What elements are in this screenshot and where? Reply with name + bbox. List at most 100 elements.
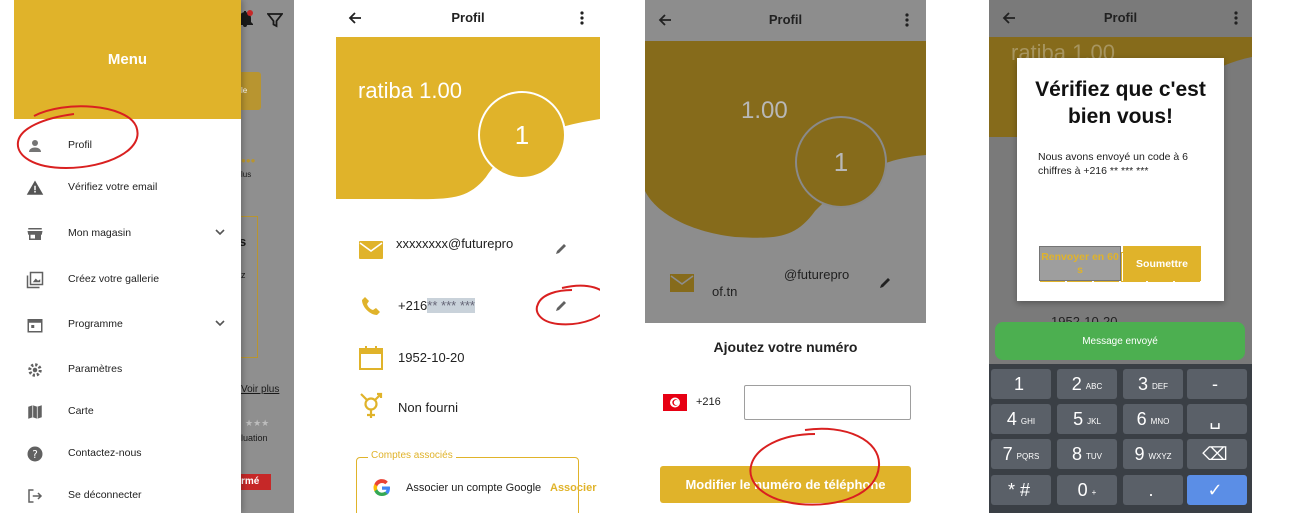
phone-prefix: +216	[398, 298, 428, 313]
filter-icon[interactable]	[267, 12, 283, 28]
bg-link: Voir plus	[241, 384, 280, 395]
key-letters: JKL	[1087, 416, 1101, 426]
svg-text:?: ?	[32, 449, 38, 461]
country-code[interactable]: +216	[696, 396, 721, 408]
key-8[interactable]: 7 PQRS	[991, 439, 1051, 469]
menu-item-mon-magasin[interactable]: Mon magasin	[14, 215, 241, 251]
key-label: 5	[1073, 408, 1084, 429]
google-icon	[373, 479, 390, 497]
help-icon: ?	[27, 446, 43, 462]
menu-item-gallerie[interactable]: Créez votre gallerie	[14, 261, 241, 297]
key-12[interactable]: * #	[991, 475, 1051, 505]
key-letters: TUV	[1086, 451, 1102, 461]
chevron-down-icon[interactable]	[214, 317, 226, 329]
gender-icon	[360, 392, 383, 418]
key-2[interactable]: 3 DEF	[1123, 369, 1183, 399]
sheet-title: Ajoutez votre numéro	[713, 339, 858, 355]
key-letters: PQRS	[1016, 451, 1040, 461]
key-letters: +	[1091, 487, 1097, 497]
bg-button-fragment: le	[241, 72, 261, 110]
key-label: -	[1212, 373, 1218, 394]
resend-code-button[interactable]: Renvoyer en 60 s	[1039, 246, 1121, 281]
key-6[interactable]: 6 MNO	[1123, 404, 1183, 434]
key-11[interactable]: ⌫	[1187, 439, 1247, 469]
menu-item-parametres[interactable]: Paramètres	[14, 351, 241, 387]
dialog-message: Nous avons envoyé un code à 6 chiffres à…	[1038, 151, 1189, 177]
annotation-circle	[16, 105, 139, 170]
key-1[interactable]: 2 ABC	[1057, 369, 1117, 399]
key-0[interactable]: 1	[991, 369, 1051, 399]
linked-accounts-legend: Comptes associés	[368, 450, 456, 461]
phone-icon	[362, 297, 380, 315]
associate-google-button[interactable]: Associer	[550, 482, 596, 494]
user-name-fragment: 1.00	[741, 97, 788, 124]
key-13[interactable]: 0 +	[1057, 475, 1117, 505]
profile-header-shape	[645, 41, 926, 238]
gear-icon	[28, 363, 42, 377]
screen-verify: Profil ratiba 1.00 1952-10-20 Vérifiez q…	[989, 0, 1252, 513]
menu-item-label: Se déconnecter	[68, 489, 142, 501]
menu-item-label: Mon magasin	[68, 227, 132, 239]
menu-item-label: Contactez-nous	[68, 447, 142, 459]
key-letters: WXYZ	[1148, 451, 1172, 461]
menu-item-programme[interactable]: Programme	[14, 306, 241, 342]
menu-item-label: Programme	[68, 318, 123, 330]
more-vert-icon[interactable]	[578, 10, 586, 26]
background-app: le ●●● lus s z Voir plus ★★★ luation rmé	[237, 0, 294, 513]
menu-item-carte[interactable]: Carte	[14, 393, 241, 429]
gallery-icon	[26, 271, 44, 289]
menu-item-contact[interactable]: ? Contactez-nous	[14, 435, 241, 471]
key-letters: GHI	[1020, 416, 1036, 426]
key-label: 8	[1071, 443, 1082, 464]
bg-stars: ★★★	[245, 418, 270, 428]
email-icon	[359, 241, 383, 259]
key-label: ␣	[1209, 408, 1221, 429]
key-label: ⌫	[1202, 443, 1228, 464]
annotation-circle	[535, 284, 600, 326]
screen-add-phone: Profil 1.00 1 @futurepro of.tn Ajoutez v…	[645, 0, 926, 513]
submit-code-button[interactable]: Soumettre	[1123, 246, 1201, 281]
key-label: 3	[1137, 373, 1148, 394]
key-label: 2	[1071, 373, 1082, 394]
key-label: ✓	[1207, 479, 1223, 500]
avatar: 1	[795, 116, 887, 208]
menu-item-label: Vérifiez votre email	[68, 181, 158, 193]
menu-item-label: Paramètres	[68, 363, 123, 375]
tunisia-flag-icon[interactable]	[663, 394, 687, 411]
menu-item-logout[interactable]: Se déconnecter	[14, 477, 241, 513]
menu-item-label: Carte	[68, 405, 94, 417]
more-vert-icon[interactable]	[903, 12, 911, 28]
map-icon	[28, 405, 42, 419]
key-7[interactable]: ␣	[1187, 404, 1247, 434]
verification-dialog: Vérifiez que c'est bien vous! Nous avons…	[1017, 58, 1224, 301]
key-5[interactable]: 5 JKL	[1057, 404, 1117, 434]
gender-value: Non fourni	[398, 400, 458, 415]
key-9[interactable]: 8 TUV	[1057, 439, 1117, 469]
menu-item-label: Créez votre gallerie	[68, 273, 160, 285]
avatar[interactable]: 1	[478, 91, 566, 179]
key-label: * #	[1007, 479, 1031, 500]
logout-icon	[28, 489, 43, 503]
chevron-down-icon[interactable]	[214, 226, 226, 238]
key-3[interactable]: -	[1187, 369, 1247, 399]
bg-badge: rmé	[241, 474, 271, 490]
dimmed-background: Profil 1.00 1 @futurepro of.tn	[645, 0, 926, 323]
email-value: xxxxxxxx@futurepro	[396, 236, 514, 251]
key-4[interactable]: 4 GHI	[991, 404, 1051, 434]
toast-message: Message envoyé	[995, 322, 1245, 360]
bg-text: z	[241, 270, 246, 280]
email-fragment-2: of.tn	[712, 284, 738, 299]
google-link-text: Associer un compte Google	[406, 482, 542, 494]
email-fragment: @futurepro	[784, 267, 850, 282]
phone-masked: ** *** ***	[427, 298, 475, 313]
key-14[interactable]: .	[1123, 475, 1183, 505]
key-letters: DEF	[1152, 381, 1168, 391]
phone-input[interactable]	[744, 385, 911, 420]
birthdate-value: 1952-10-20	[398, 350, 465, 365]
edit-icon[interactable]	[554, 242, 568, 256]
key-15[interactable]: ✓	[1187, 475, 1247, 505]
key-label: .	[1148, 479, 1154, 500]
key-10[interactable]: 9 WXYZ	[1123, 439, 1183, 469]
key-label: 7	[1002, 443, 1013, 464]
dialog-title: Vérifiez que c'est bien vous!	[1035, 78, 1206, 128]
